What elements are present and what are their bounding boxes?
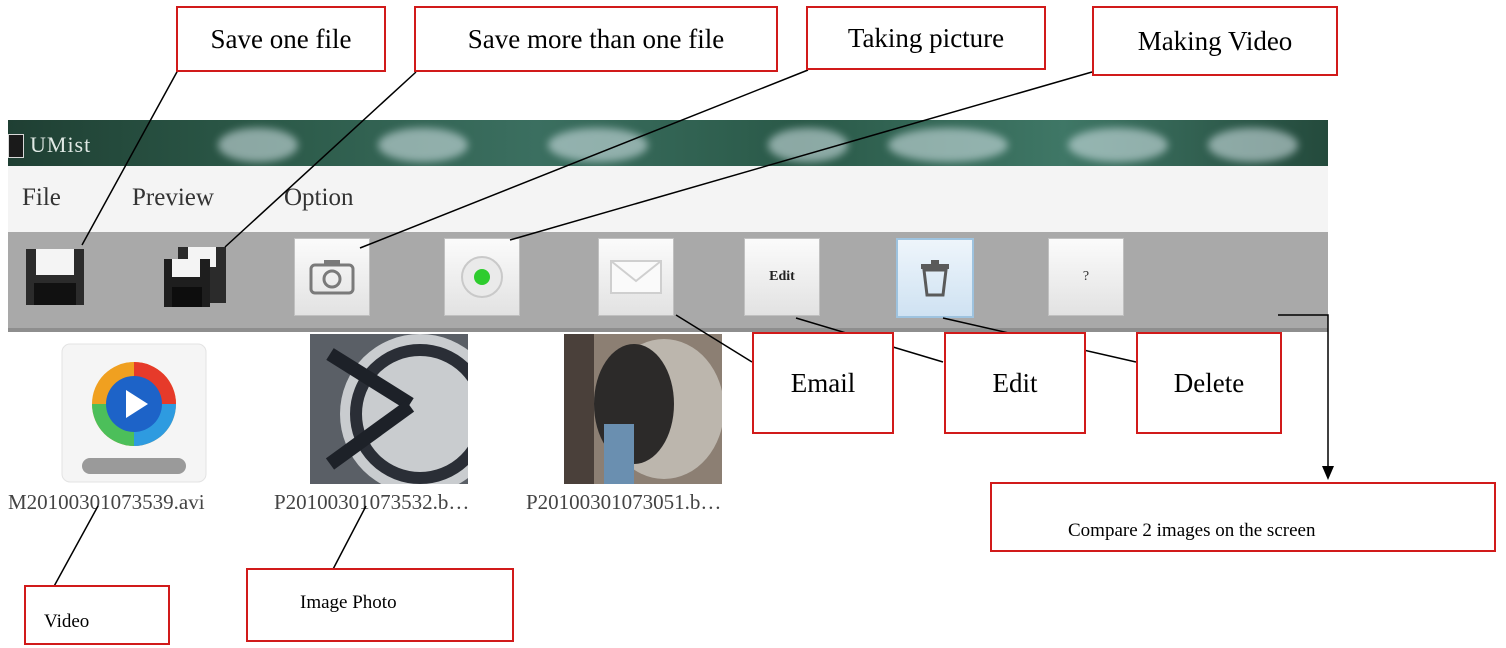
help-label: ? xyxy=(1082,269,1090,284)
image-file-thumbnail[interactable] xyxy=(310,334,500,494)
media-player-icon xyxy=(61,343,207,483)
save-button[interactable] xyxy=(18,238,92,314)
menu-file[interactable]: File xyxy=(22,184,61,212)
toolbar: Edit ? xyxy=(8,232,1328,332)
photo-thumbnail-1 xyxy=(310,334,500,494)
callout-save-one-file: Save one file xyxy=(176,6,386,72)
envelope-icon xyxy=(610,260,662,294)
photo-thumbnail-2 xyxy=(564,334,724,484)
multiple-floppy-icon xyxy=(164,247,226,307)
titlebar-decoration xyxy=(1208,128,1298,162)
callout-email: Email xyxy=(752,332,894,434)
record-video-button[interactable] xyxy=(444,238,520,316)
record-icon xyxy=(461,256,503,298)
floppy-disk-icon xyxy=(26,249,84,305)
callout-save-more-files: Save more than one file xyxy=(414,6,778,72)
callout-edit: Edit xyxy=(944,332,1086,434)
titlebar-decoration xyxy=(378,128,468,162)
save-all-button[interactable] xyxy=(158,238,232,314)
compare-button[interactable]: ? xyxy=(1048,238,1124,316)
camera-icon xyxy=(309,260,355,295)
callout-taking-picture: Taking picture xyxy=(806,6,1046,70)
menu-option[interactable]: Option xyxy=(284,184,353,212)
title-bar: UMist xyxy=(8,120,1328,166)
file-name: M20100301073539.avi xyxy=(8,490,205,514)
window-title: UMist xyxy=(30,132,92,157)
take-picture-button[interactable] xyxy=(294,238,370,316)
titlebar-decoration xyxy=(218,128,298,162)
titlebar-decoration xyxy=(768,128,848,162)
email-button[interactable] xyxy=(598,238,674,316)
menu-preview[interactable]: Preview xyxy=(132,184,214,212)
edit-button[interactable]: Edit xyxy=(744,238,820,316)
callout-making-video: Making Video xyxy=(1092,6,1338,76)
image-file-thumbnail[interactable] xyxy=(564,334,724,484)
titlebar-decoration xyxy=(888,128,1008,162)
app-icon xyxy=(8,134,24,158)
delete-button[interactable] xyxy=(896,238,974,318)
file-name: P20100301073532.b… xyxy=(274,490,470,514)
titlebar-decoration xyxy=(548,128,648,162)
callout-compare-images: Compare 2 images on the screen xyxy=(990,482,1496,552)
callout-image-photo: Image Photo xyxy=(246,568,514,642)
titlebar-decoration xyxy=(1068,128,1168,162)
trash-icon xyxy=(921,260,949,297)
callout-video: Video xyxy=(24,585,170,645)
callout-delete: Delete xyxy=(1136,332,1282,434)
menu-bar: File Preview Option xyxy=(8,166,1328,232)
edit-label: Edit xyxy=(769,269,795,284)
video-file-thumbnail[interactable] xyxy=(60,342,208,484)
file-name: P20100301073051.b… xyxy=(526,490,722,514)
